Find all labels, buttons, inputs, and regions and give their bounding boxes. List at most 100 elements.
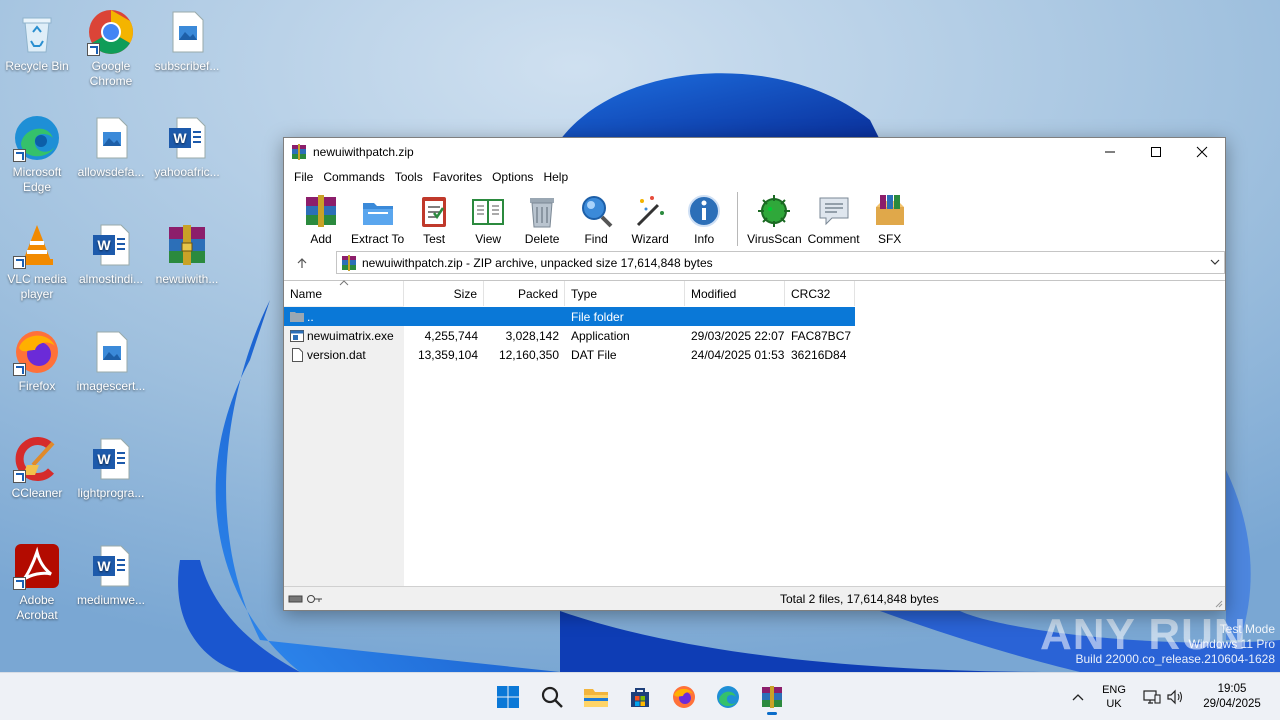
word-doc-icon: W xyxy=(87,435,135,483)
column-header-type[interactable]: Type xyxy=(565,281,685,306)
toolbar: Add Extract To Test View Delete Find Wiz… xyxy=(284,188,1225,250)
build-line: Build 22000.co_release.210604-1628 xyxy=(1075,652,1276,666)
taskbar-store[interactable] xyxy=(622,679,658,715)
view-button[interactable]: View xyxy=(464,192,512,246)
desktop-icon-allowsdefa[interactable]: allowsdefa... xyxy=(74,114,148,180)
menu-tools[interactable]: Tools xyxy=(391,170,427,184)
wizard-button[interactable]: Wizard xyxy=(626,192,674,246)
chevron-down-icon[interactable] xyxy=(1210,257,1220,267)
cell-packed: 3,028,142 xyxy=(505,328,559,343)
column-header-size[interactable]: Size xyxy=(404,281,484,306)
desktop-icon-label: Firefox xyxy=(18,379,56,393)
shortcut-arrow-icon xyxy=(87,43,100,56)
add-button[interactable]: Add xyxy=(297,192,345,246)
desktop-icon-label: imagescert... xyxy=(76,379,146,393)
virusscan-button[interactable]: VirusScan xyxy=(747,192,802,246)
shortcut-arrow-icon xyxy=(13,470,26,483)
minimize-button[interactable] xyxy=(1087,138,1133,166)
desktop-icon-google-chrome[interactable]: Google Chrome xyxy=(74,8,148,89)
word-doc-icon: W xyxy=(87,542,135,590)
cell-crc32: FAC87BC7 xyxy=(791,328,852,343)
info-button[interactable]: Info xyxy=(680,192,728,246)
desktop-icon-mediumwe[interactable]: W mediumwe... xyxy=(74,542,148,608)
clock-button[interactable]: 19:05 29/04/2025 xyxy=(1190,673,1274,720)
start-button[interactable] xyxy=(490,679,526,715)
sfx-button[interactable]: SFX xyxy=(866,192,914,246)
desktop-icon-yahooafric[interactable]: W yahooafric... xyxy=(150,114,224,180)
arrow-up-icon xyxy=(297,258,307,268)
taskbar-edge[interactable] xyxy=(710,679,746,715)
winrar-app-icon xyxy=(292,144,306,160)
desktop-icon-adobe-acrobat[interactable]: Adobe Acrobat xyxy=(0,542,74,623)
close-button[interactable] xyxy=(1179,138,1225,166)
store-icon xyxy=(631,688,649,707)
speaker-icon xyxy=(1167,689,1183,705)
comment-button[interactable]: Comment xyxy=(808,192,860,246)
cell-type: File folder xyxy=(571,309,624,324)
cell-type: DAT File xyxy=(571,347,617,362)
desktop-icon-subscribef[interactable]: subscribef... xyxy=(150,8,224,74)
desktop-icon-ccleaner[interactable]: CCleaner xyxy=(0,435,74,501)
column-header-name[interactable]: Name xyxy=(284,280,404,306)
desktop-icon-label: mediumwe... xyxy=(76,593,146,607)
test-mode-line: Test Mode xyxy=(1219,622,1275,636)
volume-button[interactable] xyxy=(1164,673,1186,720)
table-row[interactable]: newuimatrix.exe 4,255,744 3,028,142 Appl… xyxy=(284,326,855,345)
menu-help[interactable]: Help xyxy=(539,170,572,184)
window-titlebar[interactable]: newuiwithpatch.zip xyxy=(284,138,1225,166)
menu-favorites[interactable]: Favorites xyxy=(429,170,486,184)
menu-options[interactable]: Options xyxy=(488,170,537,184)
up-folder-button[interactable] xyxy=(284,251,320,275)
desktop-icon-firefox[interactable]: Firefox xyxy=(0,328,74,394)
file-list: Name Size Packed Type Modified CRC32 .. … xyxy=(284,280,1225,586)
acrobat-icon xyxy=(13,542,61,590)
key-lock-icon[interactable] xyxy=(306,594,324,604)
desktop-icon-vlc[interactable]: VLC media player xyxy=(0,221,74,302)
taskbar: ENG UK 19:05 29/04/2025 xyxy=(0,672,1280,720)
menu-file[interactable]: File xyxy=(290,170,317,184)
desktop-icon-imagescert[interactable]: imagescert... xyxy=(74,328,148,394)
maximize-button[interactable] xyxy=(1133,138,1179,166)
desktop-icon-microsoft-edge[interactable]: Microsoft Edge xyxy=(0,114,74,195)
toolbar-label: Find xyxy=(584,232,608,246)
desktop-icon-lightprogra[interactable]: W lightprogra... xyxy=(74,435,148,501)
column-header-modified[interactable]: Modified xyxy=(685,281,785,306)
show-hidden-icons-button[interactable] xyxy=(1066,673,1090,720)
edge-icon xyxy=(717,686,739,708)
desktop-icon-newuiwith[interactable]: newuiwith... xyxy=(150,221,224,287)
cell-name: .. xyxy=(307,309,314,324)
desktop-icon-label: allowsdefa... xyxy=(77,165,145,179)
image-file-icon xyxy=(87,114,135,162)
desktop-icon-recycle-bin[interactable]: Recycle Bin xyxy=(0,8,74,74)
taskbar-winrar[interactable] xyxy=(754,679,790,715)
column-header-packed[interactable]: Packed xyxy=(484,281,565,306)
archive-path-box[interactable]: newuiwithpatch.zip - ZIP archive, unpack… xyxy=(336,251,1225,274)
network-button[interactable] xyxy=(1140,673,1164,720)
find-button[interactable]: Find xyxy=(572,192,620,246)
desktop-icon-label: yahooafric... xyxy=(154,165,220,179)
word-doc-icon: W xyxy=(163,114,211,162)
minimize-icon xyxy=(1105,151,1115,153)
folder-icon xyxy=(290,311,304,322)
status-bar: Total 2 files, 17,614,848 bytes xyxy=(284,586,1225,610)
toolbar-label: Info xyxy=(694,232,715,246)
view-book-icon xyxy=(469,192,507,230)
column-header-crc32[interactable]: CRC32 xyxy=(785,281,855,306)
resize-grip-icon[interactable] xyxy=(1213,598,1223,608)
taskbar-firefox[interactable] xyxy=(666,679,702,715)
toolbar-separator xyxy=(737,192,739,246)
winrar-icon xyxy=(762,686,782,708)
toolbar-label: Delete xyxy=(524,232,560,246)
desktop-icon-almostindi[interactable]: W almostindi... xyxy=(74,221,148,287)
language-indicator[interactable]: ENG UK xyxy=(1092,673,1136,720)
taskbar-search-button[interactable] xyxy=(534,679,570,715)
table-row[interactable]: version.dat 13,359,104 12,160,350 DAT Fi… xyxy=(284,345,855,364)
desktop-icon-label: Adobe Acrobat xyxy=(16,593,58,622)
extract-to-button[interactable]: Extract To xyxy=(351,192,404,246)
table-row-parent-folder[interactable]: .. File folder xyxy=(284,307,855,326)
delete-button[interactable]: Delete xyxy=(518,192,566,246)
test-button[interactable]: Test xyxy=(410,192,458,246)
taskbar-file-explorer[interactable] xyxy=(578,679,614,715)
drive-icon[interactable] xyxy=(288,594,304,604)
menu-commands[interactable]: Commands xyxy=(319,170,388,184)
